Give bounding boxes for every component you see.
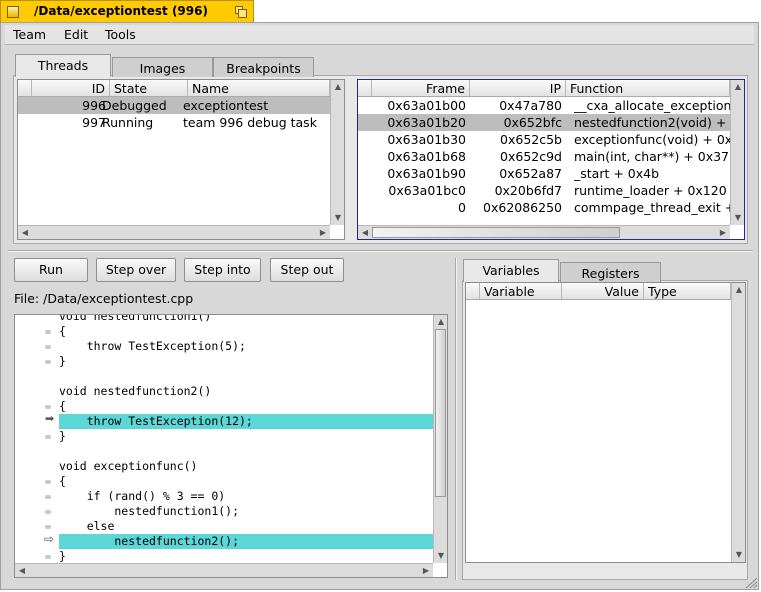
code-line: nestedfunction2(); (59, 534, 435, 549)
hscroll-thumb[interactable] (372, 227, 620, 238)
caller-arrow-icon: ⇨ (44, 532, 55, 546)
variables-header: Variable Value Type (466, 283, 731, 300)
scroll-left-icon[interactable]: ◀ (15, 564, 29, 577)
code-line: } (59, 354, 66, 368)
stack-frame-row[interactable]: 0x63a01b68 0x652c9d main(int, char**) + 0x… (358, 148, 730, 165)
current-pc-arrow-icon: ➡ (45, 412, 55, 425)
file-label: File: /Data/exceptiontest.cpp (14, 291, 194, 306)
thread-row[interactable]: 996 Debugged exceptiontest (18, 97, 330, 114)
code-line: void exceptionfunc() (59, 459, 198, 473)
tab-breakpoints[interactable]: Breakpoints (213, 57, 314, 77)
code-line: throw TestException(5); (59, 339, 246, 353)
stack-vscroll[interactable]: ▲ ▼ (730, 80, 744, 225)
menu-team[interactable]: Team (13, 27, 46, 42)
scroll-down-icon[interactable]: ▼ (731, 211, 744, 225)
scroll-right-icon[interactable]: ▶ (716, 226, 730, 239)
tab-images[interactable]: Images (112, 57, 213, 77)
step-over-button[interactable]: Step over (96, 258, 176, 282)
col-state[interactable]: State (110, 80, 188, 96)
splitter[interactable] (8, 250, 753, 252)
scroll-right-icon[interactable]: ▶ (419, 564, 433, 577)
close-icon[interactable] (7, 6, 19, 18)
breakpoint-slot-icon[interactable] (45, 360, 51, 364)
breakpoint-slot-icon[interactable] (45, 405, 51, 409)
vscroll-thumb[interactable] (435, 329, 446, 497)
zoom-icon[interactable] (235, 6, 247, 18)
breakpoint-slot-icon[interactable] (45, 435, 51, 439)
menu-bar: Team Edit Tools (5, 25, 754, 45)
threads-hscroll[interactable]: ◀ ▶ (18, 225, 330, 239)
stack-hscroll[interactable]: ◀ ▶ (358, 225, 730, 239)
breakpoint-slot-icon[interactable] (45, 525, 51, 529)
variables-list[interactable]: Variable Value Type ▲ ▼ (465, 282, 746, 563)
stack-frame-row[interactable]: 0x63a01b00 0x47a780 __cxa_allocate_excepti… (358, 97, 730, 114)
tab-variables[interactable]: Variables (463, 259, 559, 282)
run-button[interactable]: Run (14, 258, 88, 282)
code-line: void nestedfunction2() (59, 384, 212, 398)
threads-vscroll[interactable]: ▲ ▼ (330, 80, 344, 225)
code-line: { (59, 399, 66, 413)
scroll-up-icon[interactable]: ▲ (434, 315, 447, 329)
breakpoint-slot-icon[interactable] (45, 330, 51, 334)
tab-threads[interactable]: Threads (15, 54, 111, 77)
breakpoint-slot-icon[interactable] (45, 510, 51, 514)
stack-header: Frame IP Function (358, 80, 730, 97)
col-id[interactable]: ID (32, 80, 110, 96)
scroll-up-icon[interactable]: ▲ (732, 283, 745, 297)
source-view[interactable]: void nestedfunction1(){ throw TestExcept… (14, 314, 448, 578)
scroll-down-icon[interactable]: ▼ (732, 548, 745, 562)
stack-frame-row[interactable]: 0x63a01b20 0x652bfc nestedfunction2(void) … (358, 114, 730, 131)
resize-handle-icon[interactable] (744, 577, 758, 589)
scroll-up-icon[interactable]: ▲ (331, 80, 344, 94)
stack-frame-row[interactable]: 0x63a01b30 0x652c5b exceptionfunc(void) + … (358, 131, 730, 148)
code-line: void nestedfunction1() (59, 314, 212, 323)
window-title: /Data/exceptiontest (996) (34, 4, 208, 18)
col-value[interactable]: Value (562, 283, 644, 299)
breakpoint-slot-icon[interactable] (45, 555, 51, 559)
code-line: } (59, 549, 66, 563)
scroll-down-icon[interactable]: ▼ (331, 211, 344, 225)
breakpoint-slot-icon[interactable] (45, 345, 51, 349)
scroll-up-icon[interactable]: ▲ (731, 80, 744, 94)
thread-row[interactable]: 997 Running team 996 debug task (18, 114, 330, 131)
variables-vscroll[interactable]: ▲ ▼ (731, 283, 745, 562)
scroll-left-icon[interactable]: ◀ (358, 226, 372, 239)
stack-frame-row[interactable]: 0x63a01bc0 0x20b6fd7 runtime_loader + 0x12… (358, 182, 730, 199)
threads-list[interactable]: ID State Name 996 Debugged exceptiontest… (17, 79, 345, 240)
code-line: } (59, 429, 66, 443)
menu-edit[interactable]: Edit (64, 27, 88, 42)
stack-frame-row[interactable]: 0x63a01b90 0x652a87 _start + 0x4b (358, 165, 730, 182)
source-vscroll[interactable]: ▲ ▼ (433, 315, 447, 563)
col-type[interactable]: Type (644, 283, 731, 299)
menu-tools[interactable]: Tools (105, 27, 136, 42)
col-function[interactable]: Function (566, 80, 730, 96)
step-out-button[interactable]: Step out (270, 258, 344, 282)
source-hscroll[interactable]: ◀ ▶ (15, 563, 433, 577)
code-line: throw TestException(12); (59, 414, 435, 429)
threads-header: ID State Name (18, 80, 330, 97)
vertical-splitter[interactable] (455, 258, 457, 580)
scroll-left-icon[interactable]: ◀ (18, 226, 32, 239)
stack-frame-row[interactable]: 0 0x62086250 commpage_thread_exit + (358, 199, 730, 216)
code-line: else (59, 519, 115, 533)
code-line: { (59, 324, 66, 338)
col-name[interactable]: Name (188, 80, 330, 96)
stack-trace-list[interactable]: Frame IP Function 0x63a01b00 0x47a780 __cx… (357, 79, 745, 240)
breakpoint-slot-icon[interactable] (45, 495, 51, 499)
scroll-down-icon[interactable]: ▼ (434, 549, 447, 563)
col-ip[interactable]: IP (470, 80, 566, 96)
window-title-tab[interactable]: /Data/exceptiontest (996) (0, 0, 254, 22)
scroll-right-icon[interactable]: ▶ (316, 226, 330, 239)
code-line: { (59, 474, 66, 488)
col-frame[interactable]: Frame (372, 80, 470, 96)
col-variable[interactable]: Variable (480, 283, 562, 299)
step-into-button[interactable]: Step into (184, 258, 261, 282)
breakpoint-slot-icon[interactable] (45, 480, 51, 484)
code-line: if (rand() % 3 == 0) (59, 489, 226, 503)
tab-registers[interactable]: Registers (560, 262, 661, 282)
code-line: nestedfunction1(); (59, 504, 240, 518)
